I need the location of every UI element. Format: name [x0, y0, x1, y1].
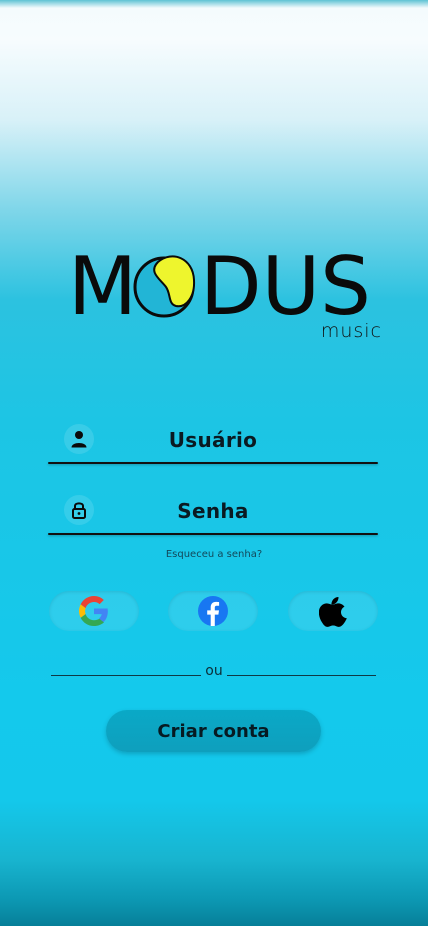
apple-icon — [319, 597, 347, 627]
create-account-button[interactable]: Criar conta — [106, 710, 321, 752]
divider-text: ou — [205, 663, 223, 679]
logo-wordmark: M DUS — [68, 250, 371, 330]
logo-subtitle: music — [320, 320, 382, 342]
logo-letters-dus: DUS — [200, 250, 371, 330]
username-label: Usuário — [168, 428, 258, 452]
modus-logo: M DUS music — [68, 250, 388, 350]
password-field[interactable]: Senha — [48, 495, 378, 535]
username-field[interactable]: Usuário — [48, 424, 378, 464]
facebook-icon — [198, 596, 228, 626]
password-label: Senha — [177, 499, 249, 523]
apple-login-button[interactable] — [288, 591, 378, 631]
divider-line-right — [227, 675, 376, 676]
username-underline — [48, 462, 378, 464]
facebook-login-button[interactable] — [168, 591, 258, 631]
forgot-password-link[interactable]: Esqueceu a senha? — [0, 549, 428, 560]
password-underline — [48, 533, 378, 535]
logo-letter-m: M — [68, 250, 137, 330]
google-login-button[interactable] — [49, 591, 139, 631]
google-icon — [79, 596, 108, 626]
logo-o-icon — [133, 255, 196, 318]
